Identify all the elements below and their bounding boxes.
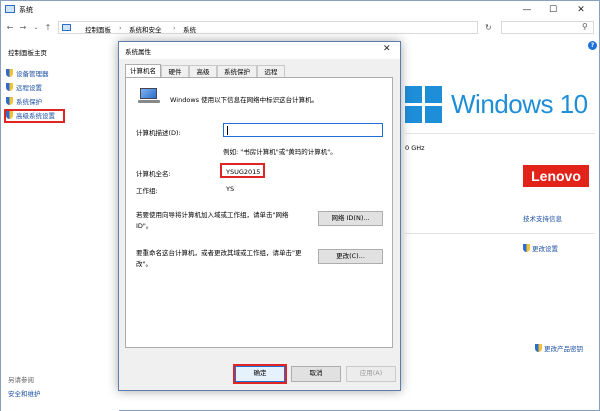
computer-icon <box>138 88 160 104</box>
breadcrumb-separator-icon[interactable]: › <box>173 24 176 32</box>
forward-arrow-icon[interactable]: → <box>17 21 29 34</box>
change-settings-label: 更改设置 <box>532 245 558 253</box>
search-icon: ⚲ <box>582 22 588 31</box>
workgroup-label: 工作组: <box>136 187 158 195</box>
control-panel-home-link[interactable]: 控制面板主页 <box>8 47 47 57</box>
system-icon <box>5 5 15 13</box>
divider <box>405 133 595 134</box>
system-properties-dialog: 系统属性 ✕ 计算机名 硬件 高级 系统保护 远程 Windows 使用以下信息… <box>118 41 401 391</box>
up-arrow-icon[interactable]: ↑ <box>42 21 54 34</box>
window-title: 系统 <box>19 6 33 14</box>
shield-icon <box>6 69 13 77</box>
windows-logo-icon <box>405 86 442 123</box>
cpu-speed-text: 0 GHz <box>405 144 425 152</box>
highlight-box <box>233 364 287 384</box>
breadcrumb[interactable]: 控制面板 › 系统和安全 › 系统 <box>58 21 478 34</box>
lenovo-logo: Lenovo <box>523 165 589 187</box>
dialog-tabs: 计算机名 硬件 高级 系统保护 远程 <box>125 64 393 78</box>
join-domain-text: 若要使用向导将计算机加入域或工作组，请单击"网络 ID"。 <box>136 211 289 230</box>
sidebar-item-label: 远程设置 <box>16 84 42 92</box>
control-panel-icon <box>62 24 71 31</box>
change-button[interactable]: 更改(C)... <box>318 249 383 264</box>
network-id-button[interactable]: 网络 ID(N)... <box>318 211 383 226</box>
close-button[interactable]: ✕ <box>571 3 591 17</box>
shield-icon <box>535 344 542 352</box>
see-also-heading: 另请参阅 <box>8 376 34 384</box>
sidebar: 控制面板主页 设备管理器 远程设置 系统保护 高级系统设置 另请参阅 安全和维护 <box>1 37 119 411</box>
rename-text: 要重命名这台计算机，或者更改其域或工作组，请单击"更改"。 <box>136 249 302 268</box>
example-hint: 例如: "书房计算机"或"黄玛的计算机"。 <box>223 148 337 156</box>
highlight-box <box>4 109 65 123</box>
dialog-title: 系统属性 <box>125 48 151 56</box>
change-product-key-link[interactable]: 更改产品密钥 <box>535 343 583 353</box>
window-titlebar: 系统 — ☐ ✕ <box>1 1 599 19</box>
sidebar-item-device-manager[interactable]: 设备管理器 <box>6 68 49 79</box>
recent-locations-icon[interactable]: ⌄ <box>30 21 42 34</box>
full-name-label: 计算机全名: <box>136 170 171 178</box>
sidebar-item-system-protection[interactable]: 系统保护 <box>6 96 42 107</box>
sidebar-item-label: 设备管理器 <box>16 70 49 78</box>
change-key-label: 更改产品密钥 <box>544 345 583 353</box>
breadcrumb-system[interactable]: 系统 <box>183 24 196 34</box>
tab-computer-name[interactable]: 计算机名 <box>125 64 161 78</box>
cancel-button[interactable]: 取消 <box>291 366 341 382</box>
shield-icon <box>6 83 13 91</box>
sidebar-item-remote-settings[interactable]: 远程设置 <box>6 82 42 93</box>
dialog-close-button[interactable]: ✕ <box>383 44 391 54</box>
refresh-icon[interactable]: ↻ <box>485 23 492 32</box>
dialog-titlebar: 系统属性 ✕ <box>119 42 400 59</box>
apply-button[interactable]: 应用(A) <box>346 366 396 382</box>
back-arrow-icon[interactable]: ← <box>4 21 16 34</box>
help-icon[interactable]: ? <box>588 41 597 50</box>
breadcrumb-control-panel[interactable]: 控制面板 <box>85 24 111 34</box>
minimize-button[interactable]: — <box>517 3 537 17</box>
workgroup-value: YS <box>226 185 235 193</box>
security-maintenance-link[interactable]: 安全和维护 <box>8 388 41 398</box>
breadcrumb-separator-icon[interactable]: › <box>119 24 122 32</box>
breadcrumb-system-security[interactable]: 系统和安全 <box>129 24 162 34</box>
text-caret <box>227 126 228 135</box>
divider <box>405 233 595 234</box>
computer-description-input[interactable] <box>223 123 383 137</box>
highlight-box <box>220 163 265 178</box>
computer-name-panel: Windows 使用以下信息在网络中标识这台计算机。 计算机描述(D): 例如:… <box>125 77 393 348</box>
address-bar: ← → ⌄ ↑ 控制面板 › 系统和安全 › 系统 ↻ ⚲ <box>1 19 599 37</box>
intro-text: Windows 使用以下信息在网络中标识这台计算机。 <box>170 96 319 104</box>
shield-icon <box>523 244 530 252</box>
sidebar-item-label: 系统保护 <box>16 98 42 106</box>
maximize-button[interactable]: ☐ <box>543 3 563 17</box>
search-input[interactable]: ⚲ <box>501 21 594 34</box>
shield-icon <box>6 97 13 105</box>
windows-version-text: Windows 10 <box>451 89 588 119</box>
support-info-link[interactable]: 技术支持信息 <box>523 213 562 223</box>
description-label: 计算机描述(D): <box>136 129 181 137</box>
change-settings-link[interactable]: 更改设置 <box>523 243 558 253</box>
